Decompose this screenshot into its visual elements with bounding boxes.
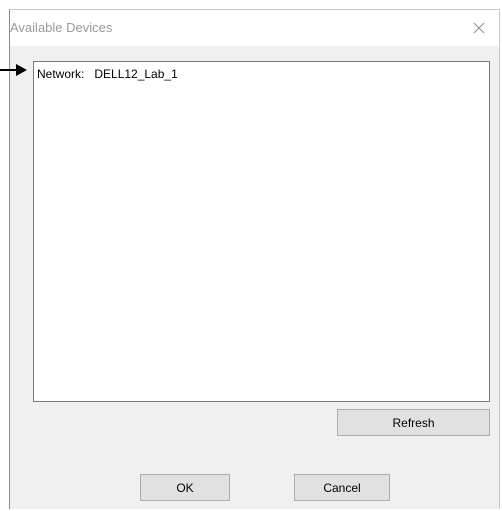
available-devices-dialog: Available Devices Network: DELL12_Lab_1 … [9,9,500,509]
arrow-right-icon [0,64,27,76]
device-listbox[interactable]: Network: DELL12_Lab_1 [33,61,490,402]
title-bar: Available Devices [10,10,499,46]
dialog-title: Available Devices [10,20,113,35]
close-icon [473,22,485,34]
refresh-button[interactable]: Refresh [337,409,490,436]
list-item[interactable]: Network: DELL12_Lab_1 [37,67,178,81]
close-button[interactable] [459,10,499,46]
ok-button[interactable]: OK [140,474,230,501]
cancel-button[interactable]: Cancel [294,474,390,501]
